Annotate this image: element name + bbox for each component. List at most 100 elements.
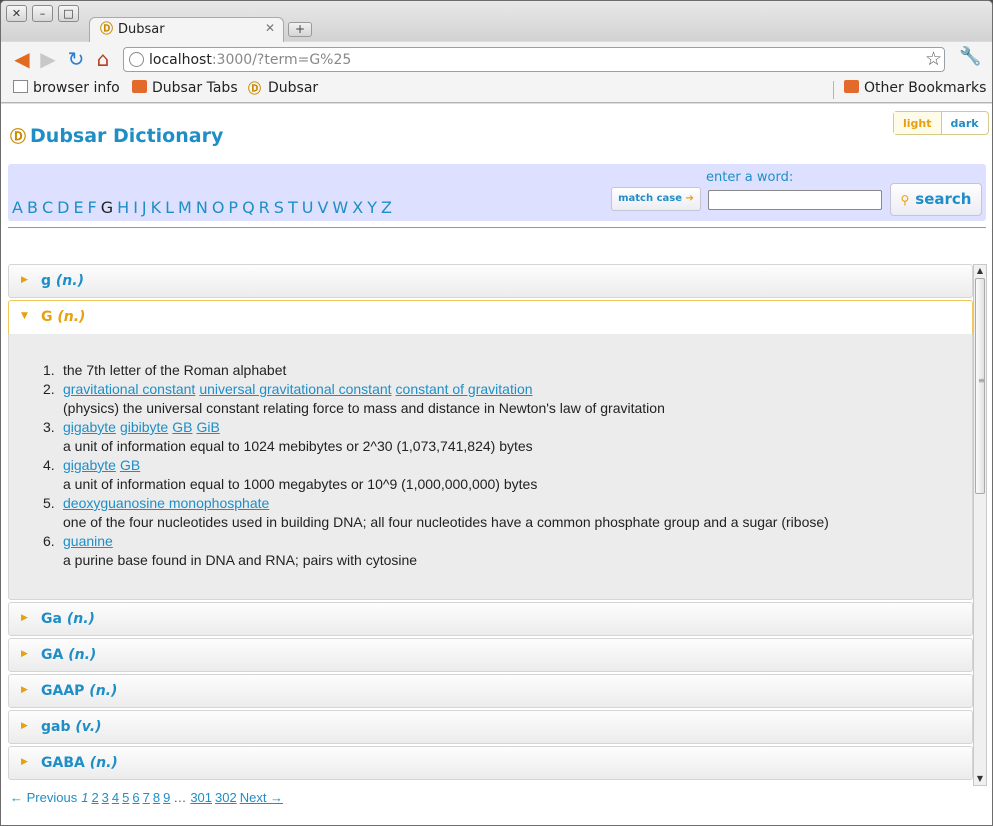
- letter-link-u[interactable]: U: [302, 198, 314, 217]
- address-bar[interactable]: localhost:3000/?term=G%25 ☆: [123, 47, 945, 72]
- sense-gloss: a purine base found in DNA and RNA; pair…: [63, 552, 418, 568]
- letter-link-x[interactable]: X: [352, 198, 363, 217]
- letter-link-a[interactable]: A: [12, 198, 23, 217]
- next-page-link[interactable]: Next →: [240, 790, 283, 805]
- letter-link-q[interactable]: Q: [242, 198, 255, 217]
- bookmark-browser-info[interactable]: browser info: [13, 80, 120, 96]
- site-title[interactable]: Ⓓ Dubsar Dictionary: [10, 123, 223, 147]
- letter-link-e[interactable]: E: [73, 198, 83, 217]
- letter-link-n[interactable]: N: [196, 198, 208, 217]
- home-icon[interactable]: ⌂: [92, 48, 114, 70]
- vertical-scrollbar[interactable]: ▲ ≡ ▼: [973, 264, 987, 786]
- synonym-links: gigabyte gibibyte GB GiB: [63, 418, 829, 437]
- page-link[interactable]: 3: [102, 790, 109, 805]
- letter-link-f[interactable]: F: [88, 198, 97, 217]
- site-title-text: Dubsar Dictionary: [30, 125, 224, 147]
- synonym-link[interactable]: guanine: [63, 533, 113, 549]
- sense-number: 3.: [43, 419, 55, 435]
- synonym-link[interactable]: constant of gravitation: [396, 381, 533, 397]
- synonym-link[interactable]: gibibyte: [120, 419, 168, 435]
- match-case-button[interactable]: match case ➔: [611, 187, 701, 211]
- synonym-link[interactable]: gravitational constant: [63, 381, 195, 397]
- letter-link-v[interactable]: V: [317, 198, 328, 217]
- tab-dubsar[interactable]: Ⓓ Dubsar ✕: [89, 17, 284, 43]
- browser-window: ✕ – □ Ⓓ Dubsar ✕ + ◀ ▶ ↻ ⌂ localhost:300…: [0, 0, 993, 826]
- letter-link-y[interactable]: Y: [367, 198, 377, 217]
- page-link[interactable]: 7: [143, 790, 150, 805]
- letter-link-r[interactable]: R: [259, 198, 270, 217]
- letter-link-c[interactable]: C: [42, 198, 53, 217]
- bookmark-dubsar-tabs[interactable]: Dubsar Tabs: [132, 80, 238, 96]
- minimize-window-icon[interactable]: –: [32, 5, 53, 22]
- page-link[interactable]: 302: [215, 790, 237, 805]
- page-link[interactable]: 8: [153, 790, 160, 805]
- forward-arrow-icon[interactable]: ▶: [37, 48, 59, 70]
- other-bookmarks[interactable]: Other Bookmarks: [844, 80, 986, 96]
- bookmark-dubsar[interactable]: Ⓓ Dubsar: [248, 80, 318, 96]
- scrollbar-thumb[interactable]: ≡: [975, 278, 985, 494]
- url-host: localhost: [149, 52, 212, 68]
- page-link[interactable]: 6: [132, 790, 139, 805]
- browser-toolbar: ◀ ▶ ↻ ⌂ localhost:3000/?term=G%25 ☆ 🔧: [1, 42, 992, 77]
- search-button[interactable]: ⚲ search: [890, 183, 982, 216]
- synonym-link[interactable]: GB: [120, 457, 140, 473]
- synonym-link[interactable]: gigabyte: [63, 419, 116, 435]
- letter-link-o[interactable]: O: [212, 198, 225, 217]
- page-link[interactable]: 5: [122, 790, 129, 805]
- sense-item: 3. gigabyte gibibyte GB GiB a unit of informa…: [43, 418, 829, 456]
- letter-link-w[interactable]: W: [332, 198, 348, 217]
- theme-dark-button[interactable]: dark: [942, 112, 988, 134]
- letter-link-k[interactable]: K: [151, 198, 162, 217]
- entry-word: G: [41, 309, 53, 325]
- scroll-up-icon[interactable]: ▲: [974, 265, 986, 277]
- entry-header[interactable]: ▶ GA (n.): [8, 638, 973, 672]
- synonym-link[interactable]: GiB: [196, 419, 219, 435]
- page-link[interactable]: 301: [190, 790, 212, 805]
- entry-header[interactable]: ▶ GABA (n.): [8, 746, 973, 780]
- sense-number: 2.: [43, 381, 55, 397]
- close-window-icon[interactable]: ✕: [6, 5, 27, 22]
- letter-link-d[interactable]: D: [57, 198, 69, 217]
- letter-link-g-current[interactable]: G: [101, 198, 113, 217]
- divider: [8, 227, 986, 228]
- entry-header[interactable]: ▼ G (n.): [8, 300, 973, 334]
- theme-light-button[interactable]: light: [894, 112, 942, 134]
- synonym-link[interactable]: GB: [172, 419, 192, 435]
- letter-link-s[interactable]: S: [274, 198, 284, 217]
- synonym-link[interactable]: universal gravitational constant: [199, 381, 391, 397]
- entry-header[interactable]: ▶ gab (v.): [8, 710, 973, 744]
- letter-link-t[interactable]: T: [288, 198, 298, 217]
- grip-icon: ≡: [978, 376, 985, 385]
- search-input[interactable]: [708, 190, 882, 210]
- triangle-right-icon: ▶: [21, 685, 28, 695]
- maximize-window-icon[interactable]: □: [58, 5, 79, 22]
- synonym-link[interactable]: gigabyte: [63, 457, 116, 473]
- page-link[interactable]: 4: [112, 790, 119, 805]
- letter-link-l[interactable]: L: [165, 198, 174, 217]
- entry-word: GABA: [41, 755, 85, 771]
- synonym-link[interactable]: deoxyguanosine monophosphate: [63, 495, 269, 511]
- sense-item: 1. the 7th letter of the Roman alphabet: [43, 361, 829, 380]
- letter-link-h[interactable]: H: [117, 198, 129, 217]
- page-link[interactable]: 9: [163, 790, 170, 805]
- letter-link-z[interactable]: Z: [381, 198, 392, 217]
- page-link[interactable]: 2: [91, 790, 98, 805]
- wrench-icon[interactable]: 🔧: [959, 46, 981, 67]
- letter-link-i[interactable]: I: [133, 198, 138, 217]
- new-tab-icon[interactable]: +: [288, 22, 312, 37]
- letter-link-j[interactable]: J: [142, 198, 147, 217]
- bookmark-star-icon[interactable]: ☆: [925, 48, 942, 70]
- entry-accordion: ▶ g (n.) ▼ G (n.) 1. the 7th letter of the Ro…: [8, 264, 973, 782]
- entry-header[interactable]: ▶ g (n.): [8, 264, 973, 298]
- letter-link-p[interactable]: P: [228, 198, 238, 217]
- entry-header[interactable]: ▶ Ga (n.): [8, 602, 973, 636]
- tab-close-icon[interactable]: ✕: [265, 21, 275, 35]
- letter-link-m[interactable]: M: [178, 198, 192, 217]
- reload-icon[interactable]: ↻: [65, 48, 87, 70]
- entry-header[interactable]: ▶ GAAP (n.): [8, 674, 973, 708]
- letter-link-b[interactable]: B: [27, 198, 38, 217]
- page-gap: …: [173, 790, 187, 805]
- bookmark-label: browser info: [33, 80, 120, 96]
- back-arrow-icon[interactable]: ◀: [11, 48, 33, 70]
- scroll-down-icon[interactable]: ▼: [974, 773, 986, 785]
